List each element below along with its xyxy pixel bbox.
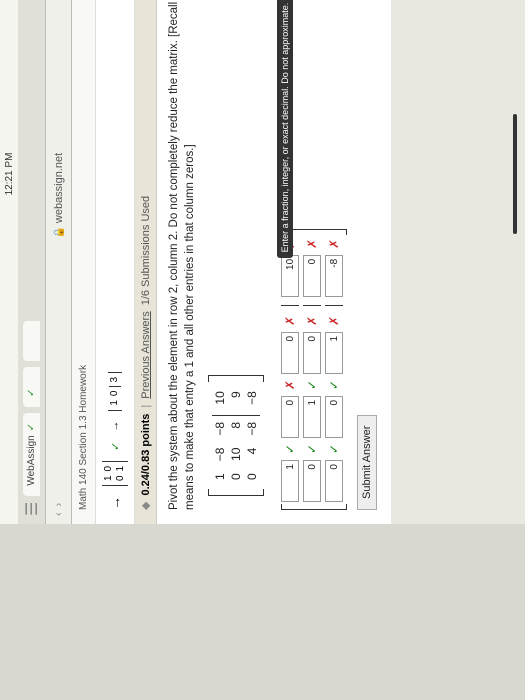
small-matrix: 10 01 — [102, 461, 128, 486]
back-icon[interactable]: ‹ — [53, 512, 65, 516]
answer-r3-c3[interactable]: 1 — [325, 332, 343, 374]
x-icon: ✗ — [283, 380, 297, 390]
answer-r2-c4[interactable]: 0 — [303, 255, 321, 297]
tab-3[interactable] — [23, 321, 40, 361]
submit-button[interactable]: Submit Answer — [357, 415, 377, 510]
check-icon: ✓ — [283, 444, 297, 454]
check-icon: ✓ — [26, 423, 37, 431]
tab-webassign[interactable]: WebAssign ✓ — [23, 413, 40, 496]
answer-r2-c3[interactable]: 0 — [303, 332, 321, 374]
check-icon: ✓ — [109, 442, 122, 451]
x-icon: ✗ — [283, 316, 297, 326]
tab-label: WebAssign — [26, 435, 37, 485]
answer-r3-c4[interactable]: -8 — [325, 255, 343, 297]
check-icon: ✓ — [305, 444, 319, 454]
tab-bar: ☰ WebAssign ✓ ✓ — [18, 0, 46, 524]
small-matrix-aug: 103 — [108, 372, 122, 411]
input-tooltip: Enter a fraction, integer, or exact deci… — [277, 0, 293, 258]
sidebar-icon[interactable]: ☰ — [22, 502, 42, 516]
notch — [0, 114, 4, 234]
nav-matrix-row: → 10 01 ✓ → 103 — [96, 0, 135, 524]
question-content: Pivot the system about the element in ro… — [157, 0, 391, 524]
answer-row-1: 1✓ 0✗ 0✗ 10✗ — [281, 237, 299, 502]
course-title: Math 140 Section 1.3 Homework — [78, 365, 89, 510]
check-icon: ✓ — [26, 388, 37, 396]
expand-icon[interactable]: ◆ — [139, 502, 152, 510]
lock-icon: 🔒 — [54, 226, 65, 238]
forward-icon[interactable]: › — [53, 503, 65, 507]
status-bar: 12:21 PM 100% ▮ — [0, 0, 18, 524]
home-indicator — [513, 114, 517, 234]
x-icon: ✗ — [305, 239, 319, 249]
arrow-icon: → — [109, 421, 121, 432]
x-icon: ✗ — [327, 316, 341, 326]
url-bar: ‹ › 🔒 webassign.net ⟳ ⇪ + ⧉ — [46, 0, 72, 524]
arrow-icon: → — [107, 496, 123, 510]
answer-r1-c3[interactable]: 0 — [281, 332, 299, 374]
answer-r1-c4[interactable]: 10 — [281, 255, 299, 297]
answer-matrix: 1 ✓ 0 ✗ 0 ✗ 10 ✗ 0 ✓ 1 ✓ 0 ✗ 0 ✗ 0 ✓ 0 ✓ 1 ✗ — [281, 0, 347, 510]
matrix-display: 1−8−810 01089 04−8−8 — [208, 0, 267, 496]
answer-r3-c1[interactable]: 0 — [325, 460, 343, 502]
x-icon: ✗ — [305, 316, 319, 326]
previous-answers-link[interactable]: Previous Answers — [140, 311, 152, 398]
check-icon: ✓ — [327, 380, 341, 390]
answer-r1-c2[interactable]: 0 — [281, 396, 299, 438]
screen: 12:21 PM 100% ▮ ☰ WebAssign ✓ ✓ ‹ › 🔒 we… — [0, 0, 525, 524]
answer-r3-c2[interactable]: 0 — [325, 396, 343, 438]
answer-row-3: 0 ✓ 0 ✓ 1 ✗ -8 ✗ — [325, 237, 343, 502]
answer-r2-c2[interactable]: 1 — [303, 396, 321, 438]
x-icon: ✗ — [327, 239, 341, 249]
page-header: Math 140 Section 1.3 Homework Blackboard… — [72, 0, 96, 524]
status-time: 12:21 PM — [4, 153, 15, 196]
instruction-text: Pivot the system about the element in ro… — [167, 0, 198, 510]
points-score: 0.24/0.83 points — [140, 414, 152, 496]
answer-r1-c1[interactable]: 1 — [281, 460, 299, 502]
answer-r2-c1[interactable]: 0 — [303, 460, 321, 502]
answer-row-2: 0 ✓ 1 ✓ 0 ✗ 0 ✗ — [303, 237, 321, 502]
check-icon: ✓ — [327, 444, 341, 454]
points-bar: ◆ 0.24/0.83 points | Previous Answers 1/… — [135, 0, 157, 524]
url-text[interactable]: 🔒 webassign.net — [53, 0, 65, 497]
check-icon: ✓ — [305, 380, 319, 390]
tab-2[interactable]: ✓ — [23, 367, 40, 407]
blank-tab — [26, 348, 37, 351]
submissions-used: 1/6 Submissions Used — [140, 196, 152, 305]
